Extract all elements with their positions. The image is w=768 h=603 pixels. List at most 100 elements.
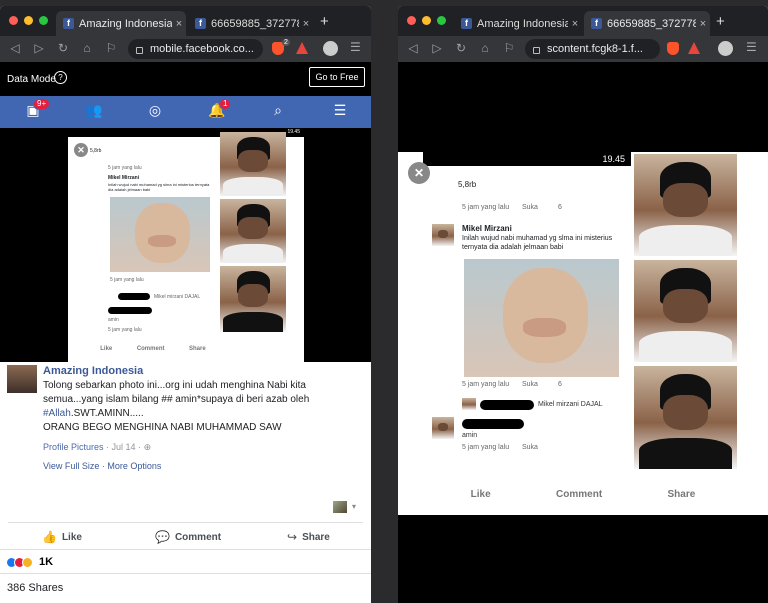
search-icon[interactable]: ⌕ — [268, 102, 288, 122]
react-count: 5,8rb — [458, 180, 477, 189]
menu-icon[interactable]: ☰ — [746, 40, 757, 54]
comment-text: Inilah wujud nabi muhamad yg slma ini mi… — [108, 182, 210, 192]
bookmark-icon[interactable]: ⚐ — [104, 41, 118, 55]
redaction-bar — [480, 400, 534, 410]
profile-avatar-icon[interactable] — [718, 41, 733, 56]
time-ago: 5 jam yang lalu — [108, 327, 142, 333]
mini-like: Like — [100, 346, 113, 352]
man-photo — [634, 260, 737, 362]
close-window-button[interactable] — [407, 16, 416, 25]
back-icon[interactable]: ◁ — [8, 41, 22, 55]
time-ago: 5 jam yang lalu — [462, 204, 510, 211]
zoom-window-button[interactable] — [437, 16, 446, 25]
url-text: scontent.fcgk8-1.f... — [547, 43, 643, 55]
close-window-button[interactable] — [9, 16, 18, 25]
go-to-free-button[interactable]: Go to Free — [309, 67, 365, 87]
brave-rewards-icon[interactable] — [296, 42, 308, 54]
menu-icon[interactable]: ☰ — [350, 40, 361, 54]
tab-image[interactable]: f 66659885_3727783... × — [584, 11, 710, 36]
caption-text: Tolong sebarkan photo ini...org ini udah… — [43, 380, 310, 405]
suka-label: Suka — [522, 381, 538, 388]
address-bar[interactable]: mobile.facebook.co... — [128, 39, 263, 59]
new-tab-button[interactable]: + — [320, 13, 329, 30]
bookmark-icon[interactable]: ⚐ — [502, 41, 516, 55]
messenger-icon[interactable]: ◎ — [145, 102, 165, 122]
man-photo — [634, 366, 737, 469]
commenter-name: Mikel Mirzani — [108, 175, 140, 181]
share-button[interactable]: ↪ Share — [287, 530, 330, 544]
notifications-icon[interactable]: 🔔 1 — [207, 98, 232, 122]
like-button[interactable]: 👍 Like — [42, 530, 82, 544]
address-bar[interactable]: scontent.fcgk8-1.f... — [525, 39, 660, 59]
viewer-avatar[interactable] — [333, 501, 347, 513]
suka-label: Suka — [522, 204, 538, 211]
brave-shield-icon[interactable] — [667, 42, 679, 55]
screenshot-image: 19.45 ✕ 5,8rb 5 jam yang lalu Mikel Mirz… — [68, 128, 304, 362]
home-icon[interactable]: ⌂ — [478, 41, 492, 55]
more-options-link[interactable]: More Options — [107, 461, 161, 471]
divider — [0, 573, 371, 574]
comment-text: Inilah wujud nabi muhamad yg slma ini mi… — [462, 235, 613, 251]
post-photo[interactable]: 19.45 ✕ 5,8rb 5 jam yang lalu Mikel Mirz… — [0, 128, 371, 362]
tab-amazing-indonesia[interactable]: f Amazing Indonesia - × — [56, 11, 186, 36]
hashtag-link[interactable]: #Allah — [43, 408, 71, 419]
comment-label: Comment — [174, 531, 222, 543]
like-count: 6 — [558, 381, 562, 388]
fb-screenshot-feed: ✕ 5,8rb 5 jam yang lalu Mikel Mirzani In… — [68, 137, 218, 362]
forward-icon[interactable]: ▷ — [32, 41, 46, 55]
tag-text: Mikel mirzani DAJAL — [154, 294, 201, 300]
facebook-icon: f — [195, 18, 206, 29]
brave-rewards-icon[interactable] — [688, 42, 700, 54]
menu-icon[interactable]: ☰ — [330, 102, 350, 122]
home-feed-icon[interactable]: ▣ 9+ — [23, 98, 51, 122]
home-icon[interactable]: ⌂ — [80, 41, 94, 55]
tab-close-icon[interactable]: × — [299, 18, 313, 30]
album-link[interactable]: Profile Pictures — [43, 442, 104, 452]
caption-line2: ORANG BEGO MENGHINA NABI MUHAMMAD SAW — [43, 422, 282, 433]
close-icon[interactable]: ✕ — [408, 162, 430, 184]
share-count[interactable]: 386 Shares — [7, 582, 63, 594]
tab-close-icon[interactable]: × — [568, 18, 582, 30]
tab-strip: f Amazing Indonesia - × f 66659885_37277… — [398, 6, 768, 36]
time-ago: 5 jam yang lalu — [108, 165, 142, 171]
friends-icon[interactable]: 👥 — [84, 102, 104, 122]
minimize-window-button[interactable] — [422, 16, 431, 25]
status-bar: 19.45 — [423, 152, 631, 166]
lock-icon — [136, 46, 143, 54]
author-link[interactable]: Amazing Indonesia — [43, 365, 143, 377]
view-full-size-link[interactable]: View Full Size — [43, 461, 99, 471]
minimize-window-button[interactable] — [24, 16, 33, 25]
mini-comment: Comment — [136, 346, 165, 352]
profile-avatar-icon[interactable] — [323, 41, 338, 56]
back-icon[interactable]: ◁ — [406, 41, 420, 55]
browser-toolbar: ◁ ▷ ↻ ⌂ ⚐ mobile.facebook.co... 2 ☰ — [0, 36, 371, 62]
reload-icon[interactable]: ↻ — [454, 41, 468, 55]
like-label: Like — [61, 531, 82, 543]
tab-image[interactable]: f 66659885_3727783... × — [188, 11, 313, 36]
man-photo — [220, 199, 286, 263]
new-tab-button[interactable]: + — [716, 13, 725, 30]
screenshot-image[interactable]: 19.45 ✕ 5,8rb 5 jam yang lalu Suka 6 Mik… — [398, 152, 768, 515]
forward-icon[interactable]: ▷ — [430, 41, 444, 55]
tag-avatar — [462, 398, 476, 410]
page-avatar[interactable] — [7, 365, 37, 393]
lock-icon — [533, 46, 540, 54]
help-icon[interactable]: ? — [54, 71, 67, 84]
tab-amazing-indonesia[interactable]: f Amazing Indonesia - × — [454, 11, 582, 36]
redaction-bar — [108, 307, 152, 314]
reaction-summary[interactable]: 1K — [6, 556, 53, 568]
commenter-name: Mikel Mirzani — [462, 224, 512, 233]
comment-button[interactable]: 💬 Comment — [155, 530, 221, 544]
image-viewer: 19.45 ✕ 5,8rb 5 jam yang lalu Suka 6 Mik… — [398, 62, 768, 603]
mini-share: Share — [667, 489, 696, 500]
tab-label: 66659885_3727783... — [607, 17, 696, 30]
zoom-window-button[interactable] — [39, 16, 48, 25]
tab-close-icon[interactable]: × — [696, 18, 710, 30]
browser-toolbar: ◁ ▷ ↻ ⌂ ⚐ scontent.fcgk8-1.f... ☰ — [398, 36, 768, 62]
pig-photo — [110, 197, 210, 272]
tab-close-icon[interactable]: × — [172, 18, 186, 30]
reload-icon[interactable]: ↻ — [56, 41, 70, 55]
post-caption: Tolong sebarkan photo ini...org ini udah… — [43, 379, 363, 435]
chevron-down-icon[interactable]: ▾ — [352, 502, 356, 511]
reply-text: amin — [108, 317, 119, 323]
